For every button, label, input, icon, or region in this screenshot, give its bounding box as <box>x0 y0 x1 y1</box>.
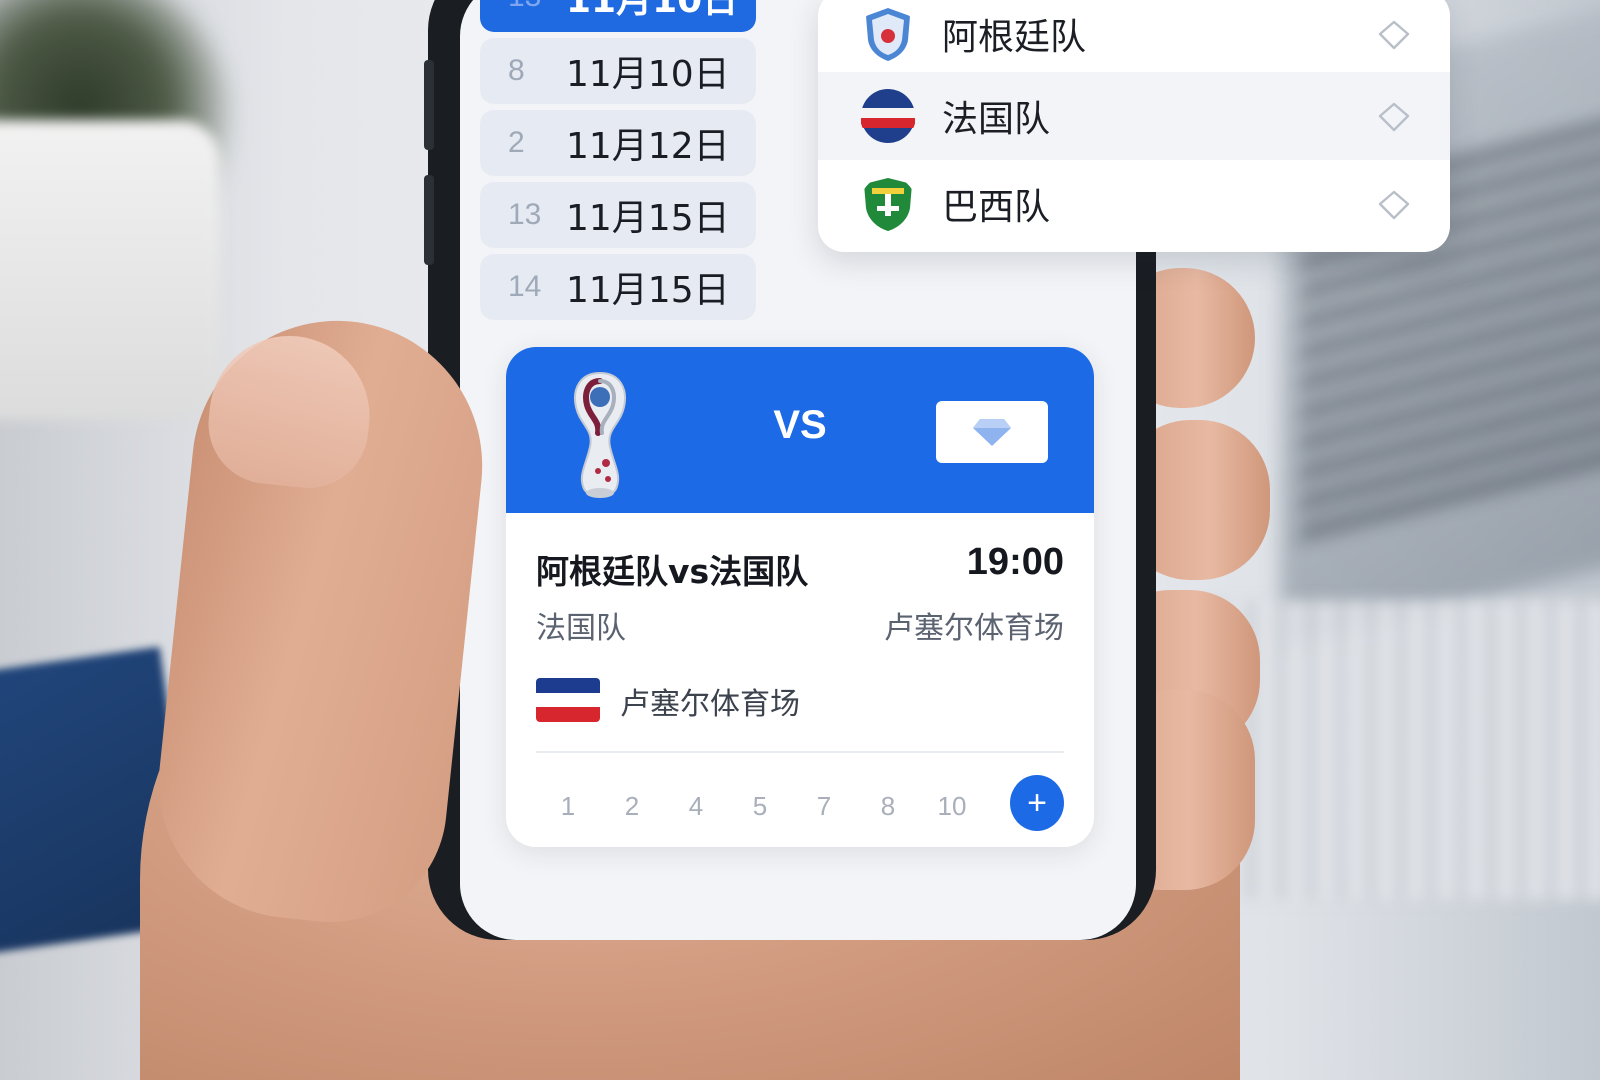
page-number[interactable]: 4 <box>664 791 728 822</box>
match-card-header: VS <box>506 347 1094 513</box>
page-number[interactable]: 8 <box>856 791 920 822</box>
heart-outline-icon[interactable] <box>1376 16 1412 52</box>
date-item-number: 13 <box>508 0 566 14</box>
heart-outline-icon[interactable] <box>1376 98 1412 134</box>
team-list-panel: 阿根廷队 法国队 巴西队 <box>818 0 1450 252</box>
background-pot <box>0 120 220 420</box>
diamond-icon <box>973 419 1011 446</box>
date-item-label: 11月15日 <box>566 198 730 239</box>
match-time: 19:00 <box>966 541 1064 583</box>
date-item[interactable]: 13 11月15日 <box>480 182 756 248</box>
date-item-number: 14 <box>508 270 542 303</box>
team-name: 巴西队 <box>942 187 1051 228</box>
add-button[interactable]: + <box>1010 775 1064 831</box>
date-item-number: 13 <box>508 198 542 231</box>
team-row-brazil[interactable]: 巴西队 <box>818 160 1450 248</box>
date-item[interactable]: 14 11月15日 <box>480 254 756 320</box>
date-item-selected[interactable]: 13 11月10日 <box>480 0 756 32</box>
match-team: 法国队 <box>536 611 626 646</box>
match-card[interactable]: VS 阿根廷队vs法国队 19:00 法国队 卢塞尔体育场 卢塞尔体育场 1 2… <box>506 347 1094 847</box>
divider <box>536 751 1064 753</box>
pagination: 1 2 4 5 7 8 10 + <box>536 775 1064 837</box>
date-item-label: 11月15日 <box>566 270 730 311</box>
date-list: 13 11月10日 8 11月10日 2 11月12日 13 11月15日 14… <box>480 0 756 326</box>
argentina-crest-icon <box>866 8 910 61</box>
france-flag-icon <box>536 678 600 722</box>
venue-label: 卢塞尔体育场 <box>620 687 800 722</box>
team-name: 法国队 <box>942 99 1051 140</box>
page-number[interactable]: 7 <box>792 791 856 822</box>
team-row-argentina[interactable]: 阿根廷队 <box>818 0 1450 78</box>
page-number[interactable]: 5 <box>728 791 792 822</box>
team-row-france[interactable]: 法国队 <box>818 72 1450 160</box>
match-title: 阿根廷队vs法国队 <box>536 552 809 591</box>
brazil-crest-icon <box>864 178 912 231</box>
gem-badge[interactable] <box>936 401 1048 463</box>
date-item[interactable]: 2 11月12日 <box>480 110 756 176</box>
date-item-number: 8 <box>508 54 525 87</box>
date-item[interactable]: 8 11月10日 <box>480 38 756 104</box>
date-item-label: 11月10日 <box>566 54 730 95</box>
phone-side-button <box>424 175 434 265</box>
background-keyboard <box>1210 600 1600 900</box>
team-name: 阿根廷队 <box>942 17 1087 58</box>
heart-outline-icon[interactable] <box>1376 186 1412 222</box>
page-number[interactable]: 1 <box>536 791 600 822</box>
date-item-label: 11月12日 <box>566 126 730 167</box>
page-number[interactable]: 2 <box>600 791 664 822</box>
match-venue-short: 卢塞尔体育场 <box>884 611 1064 646</box>
date-item-label: 11月10日 <box>566 0 739 21</box>
date-item-number: 2 <box>508 126 525 159</box>
france-crest-icon <box>861 89 915 143</box>
page-number[interactable]: 10 <box>920 791 984 822</box>
phone-side-button <box>424 60 434 150</box>
